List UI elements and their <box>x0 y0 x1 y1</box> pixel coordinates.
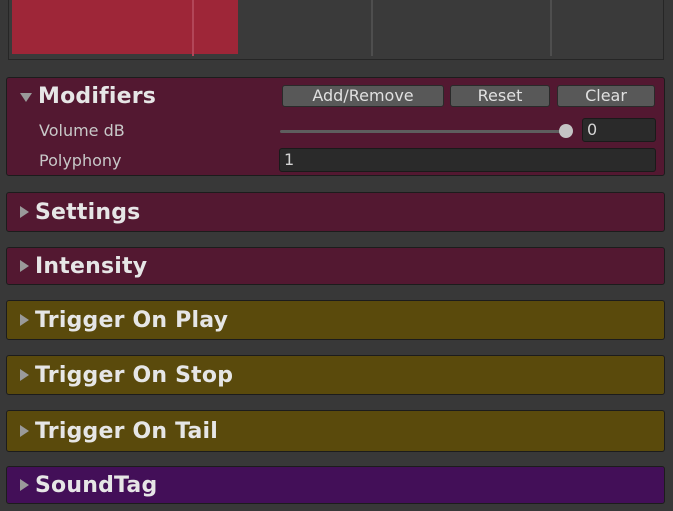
settings-header[interactable]: Settings <box>7 193 664 231</box>
trigger-on-tail-header[interactable]: Trigger On Tail <box>7 411 664 451</box>
timeline-clip-block[interactable] <box>12 0 238 54</box>
clear-button[interactable]: Clear <box>557 85 655 107</box>
timeline-marker <box>550 0 552 56</box>
foldout-collapsed-icon[interactable] <box>20 314 29 326</box>
volume-value-field[interactable]: 0 <box>582 118 656 142</box>
section-title: Trigger On Tail <box>35 418 219 444</box>
modifiers-title: Modifiers <box>38 83 157 109</box>
timeline-strip[interactable] <box>8 0 664 60</box>
reset-button[interactable]: Reset <box>450 85 550 107</box>
inspector-root: Modifiers Add/Remove Reset Clear Volume … <box>0 0 673 511</box>
section-title: Trigger On Play <box>35 307 229 333</box>
settings-panel: Settings <box>6 192 665 232</box>
trigger-on-play-panel: Trigger On Play <box>6 300 665 340</box>
trigger-on-tail-panel: Trigger On Tail <box>6 410 665 452</box>
polyphony-field[interactable]: 1 <box>279 148 656 172</box>
volume-slider-track[interactable] <box>280 130 565 133</box>
intensity-header[interactable]: Intensity <box>7 248 664 284</box>
section-title: Intensity <box>35 253 148 279</box>
foldout-expanded-icon[interactable] <box>20 92 32 102</box>
soundtag-header[interactable]: SoundTag <box>7 467 664 503</box>
volume-slider-knob[interactable] <box>559 124 573 138</box>
foldout-collapsed-icon[interactable] <box>20 206 29 218</box>
foldout-collapsed-icon[interactable] <box>20 369 29 381</box>
volume-label: Volume dB <box>39 121 125 140</box>
soundtag-panel: SoundTag <box>6 466 665 504</box>
trigger-on-stop-panel: Trigger On Stop <box>6 355 665 395</box>
foldout-collapsed-icon[interactable] <box>20 479 29 491</box>
foldout-collapsed-icon[interactable] <box>20 260 29 272</box>
section-title: Settings <box>35 199 141 225</box>
section-title: Trigger On Stop <box>35 362 234 388</box>
polyphony-label: Polyphony <box>39 151 122 170</box>
foldout-collapsed-icon[interactable] <box>20 425 29 437</box>
intensity-panel: Intensity <box>6 247 665 285</box>
timeline-marker <box>192 0 194 56</box>
trigger-on-play-header[interactable]: Trigger On Play <box>7 301 664 339</box>
section-title: SoundTag <box>35 472 158 498</box>
modifiers-panel: Modifiers Add/Remove Reset Clear Volume … <box>6 77 665 176</box>
timeline-marker <box>371 0 373 56</box>
add-remove-button[interactable]: Add/Remove <box>282 85 444 107</box>
trigger-on-stop-header[interactable]: Trigger On Stop <box>7 356 664 394</box>
